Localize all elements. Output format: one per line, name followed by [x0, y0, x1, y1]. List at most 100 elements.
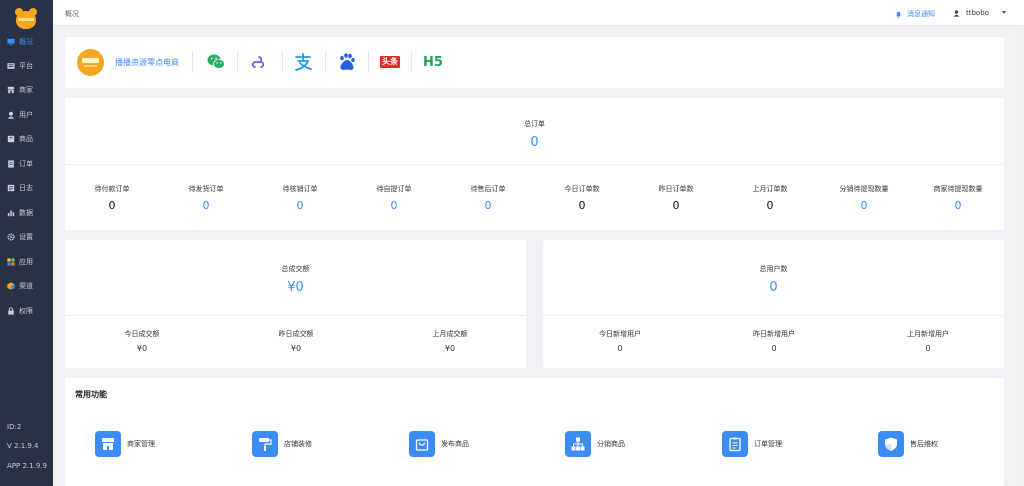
scrollbar[interactable]	[1016, 26, 1024, 486]
sidebar-item-label: 设置	[19, 233, 33, 241]
function-label: 售后维权	[910, 440, 938, 448]
function-label: 订单管理	[754, 440, 782, 448]
total-users-value[interactable]: 0	[543, 280, 1004, 295]
pending-shipment-value[interactable]: 0	[159, 199, 253, 212]
divider	[65, 164, 1004, 165]
toutiao-icon[interactable]: 头条	[377, 50, 403, 74]
function-label: 店铺装修	[284, 440, 312, 448]
sidebar-item-channel[interactable]: 渠道	[0, 277, 53, 295]
goods-icon	[7, 135, 15, 143]
lock-icon	[7, 307, 15, 315]
sidebar-item-platform[interactable]: 平台	[0, 57, 53, 75]
function-label: 发布商品	[441, 440, 469, 448]
last-month-new-users-value: 0	[925, 344, 931, 353]
common-functions-card: 常用功能 商家管理 店铺装修 发布商品 分销商品 订单管理 售后维权	[65, 378, 1004, 486]
merchant-withdraw-value[interactable]: 0	[911, 199, 1005, 212]
pending-shipment-label: 待发货订单	[188, 185, 224, 193]
yesterday-turnover-label: 昨日成交额	[278, 330, 314, 338]
divider	[237, 51, 238, 73]
order-manage-button[interactable]: 订单管理	[722, 431, 782, 457]
alipay-icon[interactable]	[291, 50, 315, 74]
sidebar-item-apps[interactable]: 应用	[0, 253, 53, 271]
brand-logo	[77, 49, 104, 76]
sidebar-item-settings[interactable]: 设置	[0, 228, 53, 246]
merchant-manage-button[interactable]: 商家管理	[95, 431, 155, 457]
today-turnover-label: 今日成交额	[124, 330, 160, 338]
chevron-down-icon[interactable]	[1002, 11, 1006, 14]
sidebar-item-label: 商品	[19, 135, 33, 143]
platform-icon	[7, 62, 15, 70]
section-title: 常用功能	[75, 390, 107, 399]
app-version-label: APP 2.1.9.9	[7, 462, 47, 470]
version-label: V 2.1.9.4	[7, 442, 39, 450]
shopping-bag-icon	[409, 431, 435, 457]
sidebar-item-label: 数据	[19, 209, 33, 217]
function-label: 商家管理	[127, 440, 155, 448]
apps-grid-icon	[7, 258, 15, 266]
sidebar-item-goods[interactable]: 商品	[0, 130, 53, 148]
today-orders-label: 今日订单数	[564, 185, 600, 193]
yesterday-new-users-label: 昨日新增用户	[753, 330, 795, 338]
sidebar-item-order[interactable]: 订单	[0, 155, 53, 173]
distribution-withdraw-value[interactable]: 0	[817, 199, 911, 212]
publish-goods-button[interactable]: 发布商品	[409, 431, 469, 457]
channel-icon	[7, 282, 15, 290]
last-month-turnover-value: ¥0	[444, 344, 456, 353]
sidebar-item-label: 订单	[19, 160, 33, 168]
shop-decoration-button[interactable]: 店铺装修	[252, 431, 312, 457]
sidebar-item-overview[interactable]: 概况	[0, 33, 53, 51]
admin-id: ID:2	[7, 423, 22, 431]
sidebar-item-label: 平台	[19, 62, 33, 70]
divider	[192, 51, 193, 73]
divider	[325, 51, 326, 73]
bar-chart-icon	[7, 209, 15, 217]
total-users-title: 总用户数	[759, 265, 788, 273]
turnover-card: 总成交额 ¥0 今日成交额 ¥0 昨日成交额 ¥0 上月成交额 ¥0	[65, 240, 526, 368]
brand-name[interactable]: 播播资源零点电商	[115, 57, 179, 68]
sidebar-item-label: 概况	[19, 38, 33, 46]
total-orders-title: 总订单	[524, 120, 545, 128]
yesterday-orders-label: 昨日订单数	[658, 185, 694, 193]
today-turnover-value: ¥0	[136, 344, 148, 353]
sidebar-item-merchant[interactable]: 商家	[0, 81, 53, 99]
sidebar-item-log[interactable]: 日志	[0, 179, 53, 197]
sidebar-item-permission[interactable]: 权限	[0, 302, 53, 320]
last-month-orders-value: 0	[766, 199, 774, 212]
sidebar-item-user[interactable]: 用户	[0, 106, 53, 124]
notification-link[interactable]: 消息通知	[895, 9, 935, 19]
divider	[282, 51, 283, 73]
store-icon	[7, 86, 15, 94]
after-sale-button[interactable]: 售后维权	[878, 431, 938, 457]
breadcrumb[interactable]: 概况	[65, 9, 79, 19]
h5-icon[interactable]: H5	[421, 50, 445, 74]
distribution-goods-button[interactable]: 分销商品	[565, 431, 625, 457]
pending-verify-value[interactable]: 0	[253, 199, 347, 212]
divider	[543, 315, 1004, 316]
top-bar: 概况 消息通知 ttbobo	[53, 0, 1024, 26]
user-menu[interactable]: ttbobo	[953, 9, 989, 17]
today-new-users-label: 今日新增用户	[599, 330, 641, 338]
toutiao-label: 头条	[380, 56, 400, 68]
pending-pickup-value[interactable]: 0	[347, 199, 441, 212]
sidebar-item-label: 权限	[19, 307, 33, 315]
yesterday-new-users-value: 0	[771, 344, 777, 353]
total-orders-value[interactable]: 0	[65, 135, 1004, 150]
baidu-icon[interactable]	[335, 50, 359, 74]
wechat-icon[interactable]	[204, 50, 228, 74]
mini-program-icon[interactable]	[248, 50, 272, 74]
divider	[65, 315, 526, 316]
pending-aftersale-value[interactable]: 0	[441, 199, 535, 212]
username: ttbobo	[966, 9, 989, 17]
divider	[411, 51, 412, 73]
bell-icon	[896, 11, 901, 18]
platforms-card: 播播资源零点电商 头条 H5	[65, 37, 1004, 88]
order-icon	[7, 160, 15, 168]
user-icon	[953, 9, 960, 17]
sidebar-item-data[interactable]: 数据	[0, 204, 53, 222]
last-month-turnover-label: 上月成交额	[432, 330, 468, 338]
divider	[368, 51, 369, 73]
last-month-orders-label: 上月订单数	[752, 185, 788, 193]
notification-label: 消息通知	[907, 10, 935, 18]
app-logo[interactable]	[14, 8, 38, 30]
yesterday-orders-value: 0	[672, 199, 680, 212]
